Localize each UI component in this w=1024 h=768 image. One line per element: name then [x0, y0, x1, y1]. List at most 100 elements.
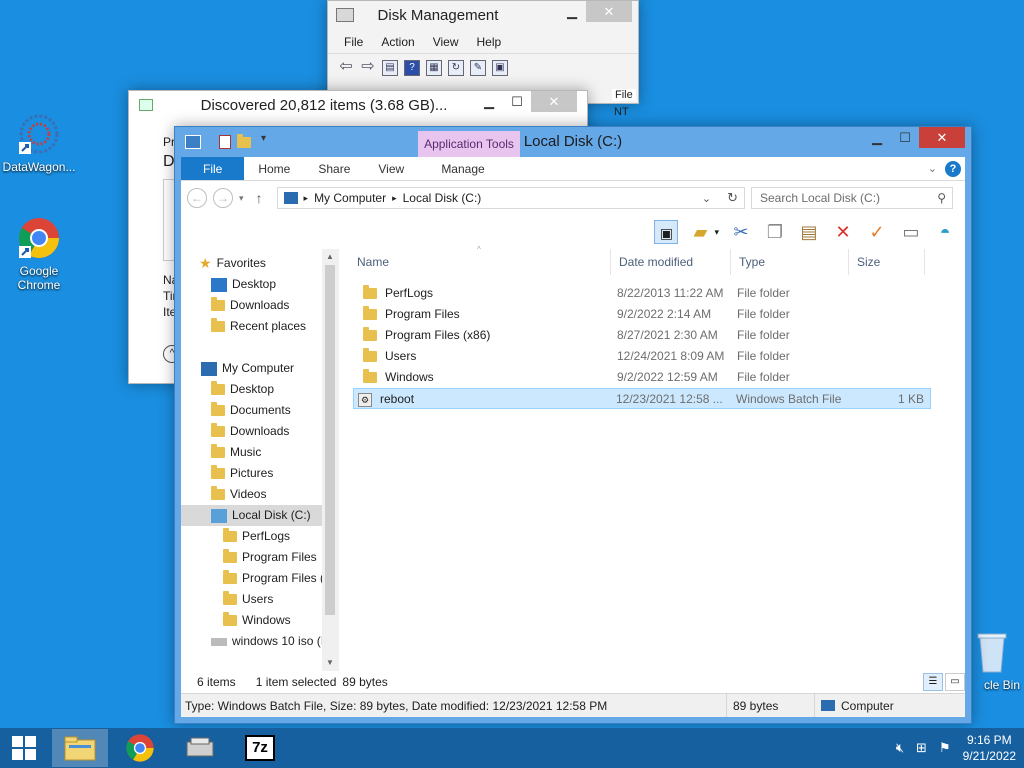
- console-tree-icon[interactable]: ▤: [382, 59, 398, 76]
- desktop-icon-datawagon[interactable]: DataWagon...: [0, 112, 78, 174]
- scroll-up-arrow-icon[interactable]: ▲: [322, 249, 338, 265]
- taskbar-chrome[interactable]: [112, 729, 168, 767]
- minimize-button[interactable]: ▁: [475, 91, 503, 112]
- address-bar[interactable]: ▸ My Computer ▸ Local Disk (C:) ⌄ ↻: [276, 187, 745, 209]
- tab-share[interactable]: Share: [304, 157, 364, 180]
- nav-scrollbar[interactable]: ▲ ▼: [322, 249, 338, 671]
- menu-help[interactable]: Help: [477, 35, 502, 49]
- folder-check-icon[interactable]: ▰: [688, 220, 712, 244]
- explorer-window[interactable]: ▾ Application Tools Local Disk (C:) ▁ ☐ …: [174, 126, 972, 724]
- help-icon[interactable]: ?: [404, 59, 420, 76]
- menu-view[interactable]: View: [433, 35, 459, 49]
- explorer-titlebar[interactable]: ▾ Application Tools Local Disk (C:) ▁ ☐ …: [181, 127, 965, 157]
- nav-comp-downloads[interactable]: Downloads: [211, 421, 297, 442]
- minimize-button[interactable]: ▁: [863, 127, 891, 148]
- nav-my-computer[interactable]: My Computer: [201, 358, 302, 379]
- nav-comp-desktop[interactable]: Desktop: [211, 379, 282, 400]
- refresh-icon[interactable]: ↻: [448, 59, 464, 76]
- table-row[interactable]: Windows 9/2/2022 12:59 AM File folder: [353, 367, 931, 388]
- dropdown-icon[interactable]: ▾: [714, 227, 719, 238]
- menu-file[interactable]: File: [344, 35, 363, 49]
- preview-pane-icon[interactable]: ▣: [654, 220, 679, 244]
- forward-arrow-icon[interactable]: ⇨: [360, 58, 376, 76]
- network-icon[interactable]: ⊞: [916, 740, 927, 756]
- details-view-button[interactable]: ☰: [923, 673, 943, 691]
- start-button[interactable]: [0, 728, 48, 768]
- taskbar-7zip[interactable]: 7z: [232, 729, 288, 767]
- new-folder-icon[interactable]: [237, 134, 251, 148]
- maximize-button[interactable]: ☐: [891, 127, 919, 148]
- breadcrumb-my-computer[interactable]: My Computer: [314, 191, 386, 205]
- volume-muted-icon[interactable]: 🔇︎: [896, 740, 904, 756]
- up-button[interactable]: ↑: [256, 190, 263, 206]
- nav-iso-drive[interactable]: windows 10 iso (I: [211, 631, 332, 652]
- customize-qat-icon[interactable]: ▾: [261, 133, 266, 144]
- address-dropdown-icon[interactable]: ⌄: [702, 192, 711, 205]
- nav-fav-desktop[interactable]: Desktop: [211, 274, 284, 295]
- delete-icon[interactable]: ✕: [831, 220, 855, 244]
- nav-disk-users[interactable]: Users: [223, 589, 281, 610]
- ribbon-collapse-icon[interactable]: ⌄: [928, 162, 937, 175]
- nav-disk-program-files-x86[interactable]: Program Files (: [223, 568, 332, 589]
- nav-comp-music[interactable]: Music: [211, 442, 269, 463]
- column-header-type[interactable]: Type: [731, 249, 849, 275]
- close-button[interactable]: ✕: [919, 127, 965, 148]
- menu-action[interactable]: Action: [381, 35, 414, 49]
- breadcrumb-local-disk[interactable]: Local Disk (C:): [403, 191, 482, 205]
- back-button[interactable]: ←: [187, 188, 207, 208]
- properties-icon[interactable]: [219, 135, 231, 149]
- shell-icon[interactable]: ◓: [933, 220, 957, 244]
- nav-disk-windows[interactable]: Windows: [223, 610, 299, 631]
- table-row[interactable]: Program Files 9/2/2022 2:14 AM File fold…: [353, 304, 931, 325]
- large-icons-view-button[interactable]: ▭: [945, 673, 965, 691]
- table-row[interactable]: Program Files (x86) 8/27/2021 2:30 AM Fi…: [353, 325, 931, 346]
- properties-icon[interactable]: ▭: [899, 220, 923, 244]
- tab-view[interactable]: View: [364, 157, 418, 180]
- disk-management-titlebar[interactable]: Disk Management ▁ ✕: [328, 1, 638, 31]
- refresh-icon[interactable]: ↻: [727, 190, 738, 206]
- taskbar-disk-management[interactable]: [172, 729, 228, 767]
- rename-icon[interactable]: ✓: [865, 220, 889, 244]
- nav-comp-documents[interactable]: Documents: [211, 400, 299, 421]
- search-input[interactable]: Search Local Disk (C:) ⚲: [751, 187, 953, 209]
- back-arrow-icon[interactable]: ⇦: [338, 58, 354, 76]
- recent-locations-icon[interactable]: ▾: [239, 193, 244, 204]
- tab-manage[interactable]: Manage: [412, 157, 514, 181]
- disk-management-window[interactable]: Disk Management ▁ ✕ File Action View Hel…: [327, 0, 639, 104]
- nav-fav-downloads[interactable]: Downloads: [211, 295, 297, 316]
- forward-button[interactable]: →: [213, 188, 233, 208]
- help-icon[interactable]: ?: [945, 161, 961, 177]
- copy-icon[interactable]: ❐: [763, 220, 787, 244]
- column-header-date[interactable]: Date modified: [611, 249, 731, 275]
- taskbar-file-explorer[interactable]: [52, 729, 108, 767]
- clock[interactable]: 9:16 PM 9/21/2022: [963, 732, 1016, 764]
- maximize-button[interactable]: ☐: [503, 91, 531, 112]
- cut-icon[interactable]: ✂: [729, 220, 753, 244]
- properties-icon[interactable]: ▦: [426, 59, 442, 76]
- close-button[interactable]: ✕: [531, 91, 577, 112]
- column-header-size[interactable]: Size: [849, 249, 925, 275]
- tab-home[interactable]: Home: [244, 157, 304, 180]
- settings-icon[interactable]: ✎: [470, 59, 486, 76]
- nav-disk-program-files[interactable]: Program Files: [223, 547, 325, 568]
- close-button[interactable]: ✕: [586, 1, 632, 22]
- table-row[interactable]: PerfLogs 8/22/2013 11:22 AM File folder: [353, 283, 931, 304]
- rescan-icon[interactable]: ▣: [492, 59, 508, 76]
- nav-comp-videos[interactable]: Videos: [211, 484, 274, 505]
- discovered-titlebar[interactable]: Discovered 20,812 items (3.68 GB)... ▁ ☐…: [129, 91, 587, 121]
- minimize-button[interactable]: ▁: [558, 1, 586, 22]
- action-center-icon[interactable]: ⚑: [939, 740, 951, 756]
- nav-favorites[interactable]: ★ Favorites: [199, 253, 274, 274]
- scroll-down-arrow-icon[interactable]: ▼: [322, 655, 338, 671]
- nav-local-disk[interactable]: Local Disk (C:): [181, 505, 323, 526]
- tab-file[interactable]: File: [181, 157, 245, 180]
- nav-disk-perflogs[interactable]: PerfLogs: [223, 526, 298, 547]
- quick-access-icon[interactable]: [185, 135, 201, 149]
- nav-comp-pictures[interactable]: Pictures: [211, 463, 281, 484]
- nav-fav-recent-places[interactable]: Recent places: [211, 316, 314, 337]
- paste-icon[interactable]: ▤: [797, 220, 821, 244]
- scroll-thumb[interactable]: [325, 265, 335, 615]
- desktop-icon-google-chrome[interactable]: Google Chrome: [0, 216, 78, 292]
- table-row-selected[interactable]: ⚙ reboot 12/23/2021 12:58 ... Windows Bat…: [353, 388, 931, 409]
- table-row[interactable]: Users 12/24/2021 8:09 AM File folder: [353, 346, 931, 367]
